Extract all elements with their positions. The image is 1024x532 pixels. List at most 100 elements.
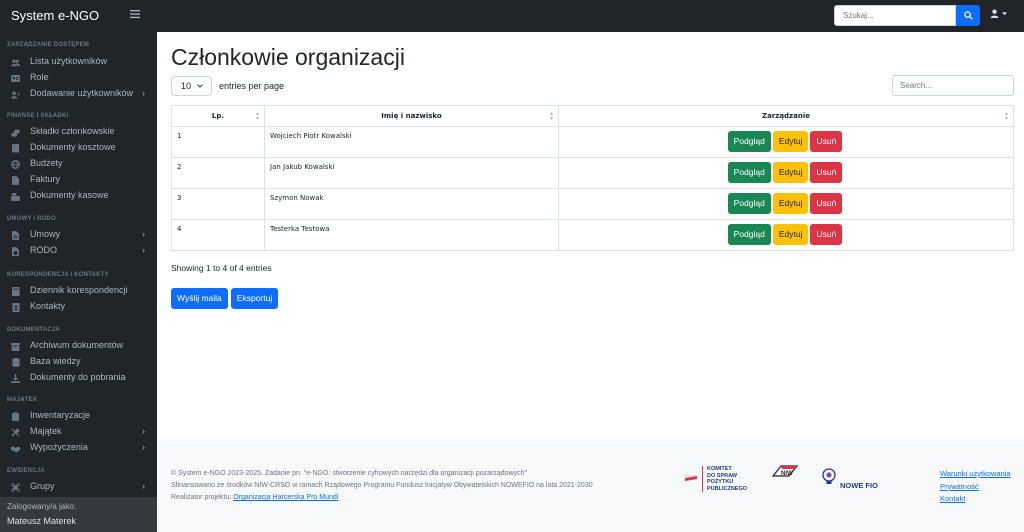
sidebar-item-downloads[interactable]: Dokumenty do pobrania bbox=[0, 371, 157, 385]
table-row: 2 Jan Jakub Kowalski Podgląd Edytuj Usuń bbox=[171, 157, 1014, 189]
table-search-input[interactable] bbox=[892, 75, 1014, 96]
entries-per-page-select[interactable]: 10 bbox=[171, 76, 212, 96]
id-card-icon bbox=[11, 74, 20, 83]
column-header-name[interactable]: Imię i nazwisko ▴ ▾ bbox=[264, 105, 559, 127]
global-search bbox=[834, 5, 980, 26]
edit-button[interactable]: Edytuj bbox=[772, 224, 809, 245]
sidebar-item-invoices[interactable]: Faktury bbox=[0, 173, 157, 187]
sort-icon: ▴ ▾ bbox=[549, 110, 553, 122]
sidebar-item-label: Lista użytkowników bbox=[30, 56, 108, 66]
privacy-link[interactable]: Prywatność bbox=[940, 481, 1011, 494]
sidebar-item-label: Dokumenty kosztowe bbox=[30, 142, 116, 152]
sidebar-section-title: DOKUMENTACJA bbox=[7, 327, 60, 333]
sidebar-section-title: ZARZĄDZANIE DOSTĘPEM bbox=[7, 42, 89, 48]
view-button[interactable]: Podgląd bbox=[727, 224, 771, 245]
chevron-down-icon bbox=[197, 84, 203, 88]
svg-text:NIW: NIW bbox=[781, 471, 793, 477]
clipboard-list-icon bbox=[11, 412, 20, 421]
sidebar-item-add-users[interactable]: Dodawanie użytkowników › bbox=[0, 87, 157, 101]
contact-link[interactable]: Kontakt bbox=[940, 493, 1011, 506]
sidebar-item-cash-documents[interactable]: Dokumenty kasowe bbox=[0, 189, 157, 203]
niw-emblem-icon: NIW bbox=[772, 465, 798, 477]
sort-icon: ▴ ▾ bbox=[1004, 110, 1008, 122]
address-book-icon bbox=[11, 303, 20, 312]
logged-in-user: Mateusz Materek bbox=[7, 516, 77, 526]
top-navbar: System e-NGO bbox=[0, 0, 1024, 32]
cash-register-icon bbox=[11, 192, 20, 201]
cell-lp: 3 bbox=[171, 188, 265, 220]
cell-actions: Podgląd Edytuj Usuń bbox=[558, 157, 1014, 189]
user-icon bbox=[990, 9, 999, 18]
sidebar-item-label: Baza wiedzy bbox=[30, 356, 81, 366]
delete-button[interactable]: Usuń bbox=[810, 131, 843, 152]
sidebar-item-correspondence-log[interactable]: Dziennik korespondencji bbox=[0, 284, 157, 298]
niw-logo: NIW bbox=[772, 464, 798, 482]
app-brand[interactable]: System e-NGO bbox=[11, 8, 99, 23]
export-button[interactable]: Eksportuj bbox=[230, 288, 279, 309]
entries-per-page-label: entries per page bbox=[219, 81, 285, 91]
cell-actions: Podgląd Edytuj Usuń bbox=[558, 219, 1014, 251]
sidebar-item-label: Umowy bbox=[30, 229, 61, 239]
view-button[interactable]: Podgląd bbox=[727, 193, 771, 214]
user-menu[interactable] bbox=[990, 9, 1007, 18]
chevron-right-icon: › bbox=[142, 88, 145, 98]
cell-name: Testerka Testowa bbox=[264, 219, 559, 251]
sidebar-item-budgets[interactable]: Budżety bbox=[0, 157, 157, 171]
sidebar-item-label: Inwentaryzacje bbox=[30, 410, 91, 420]
sidebar-item-knowledge-base[interactable]: Baza wiedzy bbox=[0, 355, 157, 369]
search-input[interactable] bbox=[834, 5, 956, 26]
edit-button[interactable]: Edytuj bbox=[772, 193, 809, 214]
edit-button[interactable]: Edytuj bbox=[772, 131, 809, 152]
sidebar-section-title: EWIDENCJA bbox=[7, 468, 45, 474]
archive-icon bbox=[11, 342, 20, 351]
sidebar-item-loans[interactable]: Wypożyczenia › bbox=[0, 441, 157, 455]
footer-text: © System e-NGO 2023-2025. Zadanie pn. "e… bbox=[171, 468, 593, 504]
search-button[interactable] bbox=[956, 5, 980, 26]
delete-button[interactable]: Usuń bbox=[810, 193, 843, 214]
view-button[interactable]: Podgląd bbox=[727, 131, 771, 152]
page-footer: © System e-NGO 2023-2025. Zadanie pn. "e… bbox=[157, 439, 1024, 532]
sidebar-item-label: RODO bbox=[30, 245, 57, 255]
sidebar-item-rodo[interactable]: RODO › bbox=[0, 244, 157, 258]
sidebar-item-contacts[interactable]: Kontakty bbox=[0, 300, 157, 314]
footer-funding: Sfinansowano ze środków NIW-CRSO w ramac… bbox=[171, 482, 593, 489]
implementer-link[interactable]: Organizacja Harcerska Pro Mundi bbox=[233, 494, 338, 501]
database-icon bbox=[11, 358, 20, 367]
sidebar-item-cost-documents[interactable]: Dokumenty kosztowe bbox=[0, 141, 157, 155]
entries-length-control: 10 entries per page bbox=[171, 76, 284, 96]
sidebar-item-roles[interactable]: Role bbox=[0, 71, 157, 85]
column-header-lp[interactable]: Lp. ▴ ▾ bbox=[171, 105, 265, 127]
footer-copyright: © System e-NGO 2023-2025. Zadanie pn. "e… bbox=[171, 470, 528, 477]
sidebar-item-inventories[interactable]: Inwentaryzacje bbox=[0, 409, 157, 423]
send-mail-button[interactable]: Wyślij maila bbox=[171, 288, 228, 309]
hamburger-icon[interactable] bbox=[130, 7, 140, 23]
sidebar-item-assets[interactable]: Majątek › bbox=[0, 425, 157, 439]
chevron-right-icon: › bbox=[142, 442, 145, 452]
sidebar-item-contracts[interactable]: Umowy › bbox=[0, 228, 157, 242]
footer-implementer: Realizator projektu: Organizacja Harcers… bbox=[171, 494, 339, 501]
book-icon bbox=[11, 287, 20, 296]
column-header-actions[interactable]: Zarządzanie ▴ ▾ bbox=[558, 105, 1014, 127]
cell-actions: Podgląd Edytuj Usuń bbox=[558, 126, 1014, 158]
view-button[interactable]: Podgląd bbox=[727, 162, 771, 183]
cell-lp: 4 bbox=[171, 219, 265, 251]
group-icon bbox=[11, 483, 20, 492]
terms-link[interactable]: Warunki użytkowania bbox=[940, 468, 1011, 481]
delete-button[interactable]: Usuń bbox=[810, 224, 843, 245]
edit-button[interactable]: Edytuj bbox=[772, 162, 809, 183]
sidebar-item-label: Kontakty bbox=[30, 301, 66, 311]
delete-button[interactable]: Usuń bbox=[810, 162, 843, 183]
footer-links: Warunki użytkowania Prywatność Kontakt bbox=[940, 468, 1011, 506]
file-contract-icon bbox=[11, 231, 20, 240]
sidebar-item-label: Wypożyczenia bbox=[30, 442, 88, 452]
sidebar-item-label: Role bbox=[30, 72, 49, 82]
sidebar-item-label: Dokumenty kasowe bbox=[30, 190, 109, 200]
sidebar-item-groups[interactable]: Grupy › bbox=[0, 480, 157, 494]
sort-icon: ▴ ▾ bbox=[255, 110, 259, 122]
sidebar-item-membership-fees[interactable]: Składki członkowskie bbox=[0, 125, 157, 139]
sidebar-item-users-list[interactable]: Lista użytkowników bbox=[0, 55, 157, 69]
table-row: 4 Testerka Testowa Podgląd Edytuj Usuń bbox=[171, 219, 1014, 251]
sidebar-item-document-archive[interactable]: Archiwum dokumentów bbox=[0, 339, 157, 353]
sidebar-section-title: UMOWY I RODO bbox=[7, 216, 56, 222]
globe-icon bbox=[11, 160, 20, 169]
